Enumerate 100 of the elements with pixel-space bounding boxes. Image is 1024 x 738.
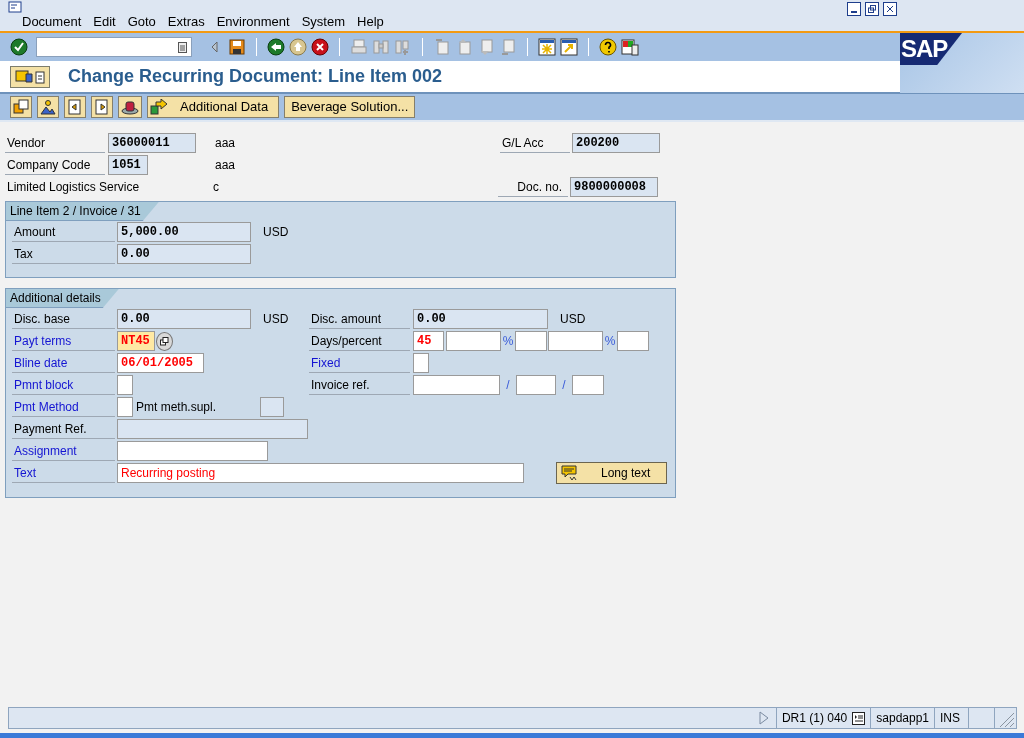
field-label: Payment Ref. [12, 419, 115, 439]
new-session-icon[interactable] [538, 38, 556, 56]
field-label: Pmt Method [12, 397, 115, 417]
arrow-right-icon [150, 99, 168, 115]
windows-icon [160, 336, 169, 346]
days-field[interactable] [617, 331, 649, 351]
long-text-button[interactable]: Long text [556, 462, 667, 484]
additional-data-button[interactable]: Additional Data [147, 96, 280, 118]
field-label: Assignment [12, 441, 115, 461]
menu-item[interactable]: Edit [87, 14, 122, 30]
slash-separator: / [561, 377, 567, 394]
days-field[interactable] [515, 331, 547, 351]
print-icon[interactable] [350, 38, 368, 56]
restore-icon [867, 4, 877, 14]
payment-method-supplement-field[interactable] [260, 397, 284, 417]
tax-field[interactable]: 0.00 [117, 244, 251, 264]
currency-text: USD [560, 311, 586, 328]
list-icon[interactable] [852, 711, 866, 725]
payment-reference-field[interactable] [117, 419, 308, 439]
next-document-button[interactable] [91, 96, 113, 118]
vendor-city: c [213, 179, 220, 196]
exit-icon[interactable] [289, 38, 307, 56]
baseline-date-field[interactable]: 06/01/2005 [117, 353, 204, 373]
field-label: Doc. no. [498, 177, 568, 197]
percent-field[interactable] [446, 331, 501, 351]
layout-icon[interactable] [621, 38, 639, 56]
command-field[interactable] [36, 37, 192, 57]
text-field[interactable]: Recurring posting [117, 463, 524, 483]
field-label: Amount [12, 222, 115, 242]
document-overview-button[interactable] [10, 65, 50, 88]
cancel-icon[interactable] [311, 38, 329, 56]
help-icon[interactable] [599, 38, 617, 56]
image-button[interactable] [37, 96, 59, 118]
insert-mode: INS [940, 710, 960, 727]
menu-item[interactable]: Extras [161, 14, 211, 30]
document-number-field[interactable]: 9800000008 [570, 177, 658, 197]
last-page-icon[interactable] [499, 38, 517, 56]
find-icon[interactable] [372, 38, 390, 56]
days-field[interactable]: 45 [413, 331, 444, 351]
close-icon [885, 4, 895, 14]
note-icon [561, 465, 579, 481]
close-button[interactable] [883, 2, 897, 16]
server-name: sapdapp1 [876, 710, 929, 727]
group-title: Additional details [6, 289, 119, 308]
menu-item[interactable]: System [295, 14, 351, 30]
menu-icon[interactable] [8, 1, 22, 13]
field-label: G/L Acc [500, 133, 570, 153]
shortcut-icon[interactable] [560, 38, 578, 56]
invoice-reference-field[interactable] [413, 375, 500, 395]
value-help-button[interactable] [156, 331, 173, 351]
windows-icon [13, 99, 29, 115]
system-info: DR1 (1) 040 [781, 710, 848, 727]
payment-method-field[interactable] [117, 397, 133, 417]
field-label: Vendor [5, 133, 105, 153]
hat-button[interactable] [118, 96, 142, 118]
currency-text: USD [263, 311, 289, 328]
percent-field[interactable] [548, 331, 603, 351]
assignment-field[interactable] [117, 441, 268, 461]
field-label: Payt terms [12, 331, 115, 351]
discount-base-field[interactable]: 0.00 [117, 309, 251, 329]
restore-button[interactable] [865, 2, 879, 16]
payment-block-field[interactable] [117, 375, 133, 395]
dropdown-icon[interactable] [178, 41, 187, 53]
menu-item[interactable]: Goto [121, 14, 162, 30]
amount-field[interactable]: 5,000.00 [117, 222, 251, 242]
beverage-solution-button[interactable]: Beverage Solution... [284, 96, 416, 118]
field-label: Days/percent [309, 331, 410, 351]
fixed-field[interactable] [413, 353, 429, 373]
find-next-icon[interactable] [394, 38, 412, 56]
company-code-field[interactable]: 1051 [108, 155, 148, 175]
field-label: Pmnt block [12, 375, 115, 395]
field-label: Disc. base [12, 309, 115, 329]
menu-item[interactable]: Document [16, 14, 88, 30]
menu-item[interactable]: Help [351, 14, 390, 30]
line-item-field[interactable] [572, 375, 604, 395]
vendor-description: aaa [215, 135, 237, 152]
gl-account-field[interactable]: 200200 [572, 133, 660, 153]
field-label: Company Code [5, 155, 105, 175]
slash-separator: / [505, 377, 511, 394]
screen-button[interactable] [10, 96, 32, 118]
save-icon[interactable] [228, 38, 246, 56]
menu-item[interactable]: Environment [210, 14, 296, 30]
first-page-icon[interactable] [433, 38, 451, 56]
hat-icon [121, 99, 139, 115]
field-label: Tax [12, 244, 115, 264]
field-label: Pmt meth.supl. [136, 399, 218, 416]
logo: SAP [900, 33, 962, 65]
field-label: Disc. amount [309, 309, 410, 329]
discount-amount-field[interactable]: 0.00 [413, 309, 548, 329]
fiscal-year-field[interactable] [516, 375, 556, 395]
clipboard-icon [35, 69, 45, 84]
currency-text: USD [263, 224, 289, 241]
field-label: Text [12, 463, 115, 483]
vendor-field[interactable]: 36000011 [108, 133, 196, 153]
back-icon[interactable] [267, 38, 285, 56]
previous-document-button[interactable] [64, 96, 86, 118]
enter-icon[interactable] [10, 38, 28, 56]
landscape-icon [40, 99, 56, 115]
minimize-button[interactable] [847, 2, 861, 16]
triangle-right-icon[interactable] [757, 711, 770, 725]
